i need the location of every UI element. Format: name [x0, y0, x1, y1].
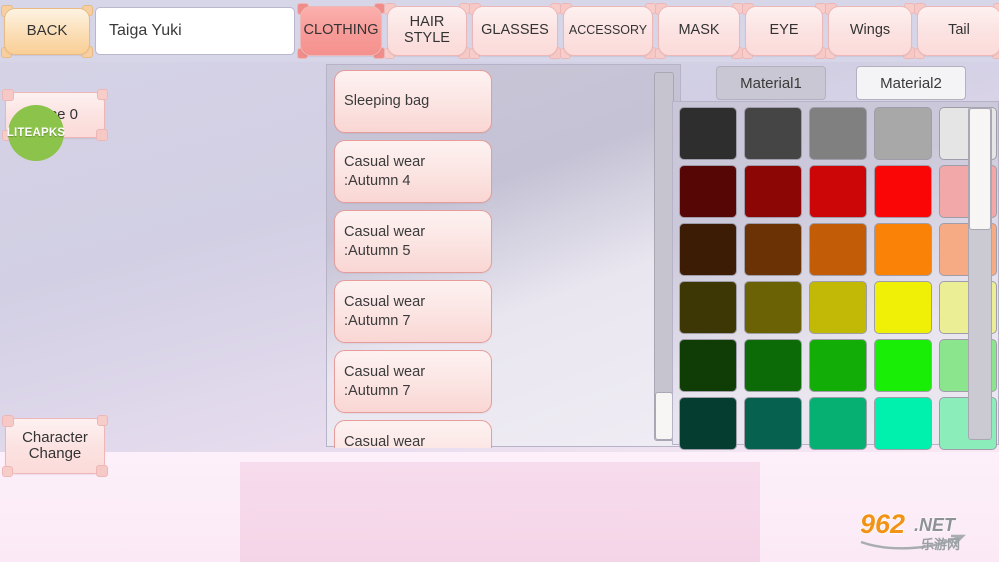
color-swatch[interactable] — [679, 339, 737, 392]
clothing-item-label: Casual wear :Autumn 5 — [344, 223, 426, 259]
clothing-item-label: Casual wear :Autumn 4 — [344, 153, 426, 189]
clothing-list-panel: Sleeping bag Casual wear :Autumn 4 Casual … — [326, 64, 681, 448]
color-swatch[interactable] — [874, 339, 932, 392]
clothing-item-label: Sleeping bag — [344, 93, 430, 110]
tab-label: GLASSES — [481, 22, 549, 39]
color-swatch[interactable] — [679, 223, 737, 276]
character-name-input[interactable] — [95, 7, 295, 55]
color-palette-scrollbar[interactable] — [968, 107, 992, 440]
site-watermark: 962 .NET 乐游网 — [859, 506, 991, 554]
color-swatch[interactable] — [809, 339, 867, 392]
tab-tail[interactable]: Tail — [914, 3, 999, 59]
color-swatch-grid — [679, 107, 997, 450]
tab-label: Wings — [849, 22, 891, 39]
color-swatch[interactable] — [874, 223, 932, 276]
watermark-962: 962 — [860, 509, 905, 539]
clothing-list-scroll[interactable]: Sleeping bag Casual wear :Autumn 4 Casual … — [327, 65, 657, 448]
clothing-item[interactable]: Casual wear :Autumn 8 — [334, 420, 492, 448]
watermark-net: .NET — [914, 515, 957, 535]
color-swatch[interactable] — [679, 281, 737, 334]
watermark-cn: 乐游网 — [921, 537, 960, 553]
tab-wings[interactable]: Wings — [825, 3, 915, 59]
color-swatch[interactable] — [809, 165, 867, 218]
clothing-item[interactable]: Casual wear :Autumn 5 — [334, 210, 492, 273]
floor-platform — [240, 462, 760, 562]
tab-label: EYE — [769, 22, 799, 39]
material-tab-row: Material1 Material2 — [716, 66, 966, 100]
material-tab-2[interactable]: Material2 — [856, 66, 966, 100]
tab-label: Tail — [948, 22, 970, 39]
color-swatch[interactable] — [744, 397, 802, 450]
color-palette-panel — [672, 101, 999, 450]
back-button[interactable]: BACK — [1, 4, 93, 58]
color-swatch[interactable] — [809, 397, 867, 450]
material-tab-1[interactable]: Material1 — [716, 66, 826, 100]
tab-hair-style[interactable]: HAIR STYLE — [384, 3, 470, 59]
clothing-item-label: Casual wear :Autumn 8 — [344, 433, 426, 448]
color-swatch[interactable] — [874, 165, 932, 218]
color-swatch[interactable] — [809, 223, 867, 276]
color-swatch[interactable] — [744, 339, 802, 392]
tab-glasses[interactable]: GLASSES — [469, 3, 561, 59]
clothing-item[interactable]: Casual wear :Autumn 7 — [334, 350, 492, 413]
clothing-item[interactable]: Casual wear :Autumn 4 — [334, 140, 492, 203]
material-tab-label: Material1 — [740, 74, 802, 92]
liteapks-text: LITEAPKS — [6, 127, 66, 139]
character-change-label: Character Change — [22, 428, 88, 462]
clothing-list-scrollbar[interactable] — [654, 72, 674, 441]
color-swatch[interactable] — [809, 281, 867, 334]
color-swatch[interactable] — [744, 165, 802, 218]
clothing-list-scrollbar-thumb[interactable] — [655, 392, 673, 440]
tab-label: HAIR STYLE — [404, 14, 450, 46]
color-swatch[interactable] — [679, 397, 737, 450]
tab-eye[interactable]: EYE — [742, 3, 826, 59]
tab-accessory[interactable]: ACCESSORY — [560, 3, 656, 59]
color-swatch[interactable] — [744, 281, 802, 334]
color-swatch[interactable] — [874, 281, 932, 334]
tab-mask[interactable]: MASK — [655, 3, 743, 59]
color-swatch[interactable] — [874, 397, 932, 450]
color-palette-scrollbar-thumb[interactable] — [969, 108, 991, 230]
tab-label: ACCESSORY — [568, 23, 648, 38]
clothing-item-label: Casual wear :Autumn 7 — [344, 363, 426, 399]
color-swatch[interactable] — [679, 165, 737, 218]
color-swatch[interactable] — [679, 107, 737, 160]
color-swatch[interactable] — [744, 107, 802, 160]
clothing-item-label: Casual wear :Autumn 7 — [344, 293, 426, 329]
tab-clothing[interactable]: CLOTHING — [297, 3, 385, 59]
color-swatch[interactable] — [874, 107, 932, 160]
liteapks-watermark: LITEAPKS — [6, 105, 66, 161]
back-button-label: BACK — [26, 21, 68, 39]
material-tab-label: Material2 — [880, 74, 942, 92]
color-swatch[interactable] — [744, 223, 802, 276]
character-change-button[interactable]: Character Change — [2, 415, 108, 477]
category-tabs: CLOTHING HAIR STYLE GLASSES ACCESSORY MASK EY… — [297, 3, 999, 59]
clothing-item[interactable]: Casual wear :Autumn 7 — [334, 280, 492, 343]
tab-label: CLOTHING — [303, 22, 379, 39]
tab-label: MASK — [678, 22, 720, 39]
color-swatch[interactable] — [809, 107, 867, 160]
clothing-item[interactable]: Sleeping bag — [334, 70, 492, 133]
top-toolbar: BACK CLOTHING HAIR STYLE GLASSES ACCESSORY M… — [0, 0, 999, 62]
